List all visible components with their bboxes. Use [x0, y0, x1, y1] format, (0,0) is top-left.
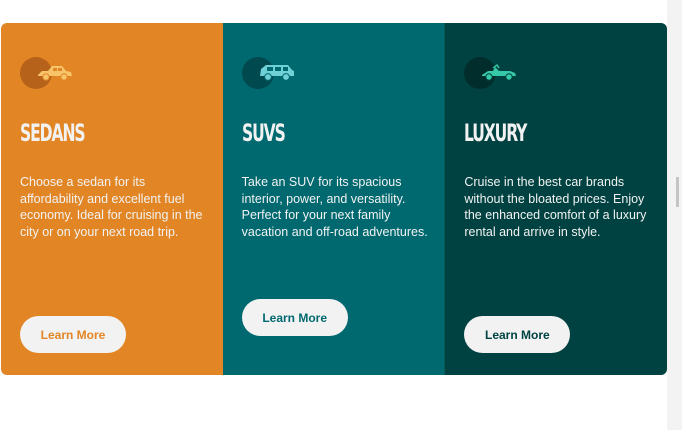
suv-car-icon: [241, 57, 302, 89]
card-suvs: SUVS Take an SUV for its spacious interi…: [222, 23, 445, 375]
card-sedans: SEDANS Choose a sedan for its affordabil…: [1, 23, 223, 375]
car-category-cards: SEDANS Choose a sedan for its affordabil…: [1, 23, 667, 375]
card-description: Choose a sedan for its affordability and…: [20, 175, 203, 239]
learn-more-button[interactable]: Learn More: [241, 299, 348, 336]
card-luxury: LUXURY Cruise in the best car brands wit…: [444, 23, 667, 375]
learn-more-button[interactable]: Learn More: [464, 316, 571, 353]
luxury-car-icon: [464, 57, 524, 89]
card-title: SEDANS: [20, 119, 86, 147]
card-description: Cruise in the best car brands without th…: [464, 175, 647, 239]
scrollbar-track[interactable]: [667, 0, 682, 430]
card-title: LUXURY: [464, 119, 527, 147]
card-description: Take an SUV for its spacious interior, p…: [241, 175, 428, 239]
card-title: SUVS: [241, 119, 286, 147]
scrollbar-thumb[interactable]: [676, 177, 679, 207]
sedan-car-icon: [20, 57, 80, 89]
learn-more-button[interactable]: Learn More: [20, 316, 126, 353]
